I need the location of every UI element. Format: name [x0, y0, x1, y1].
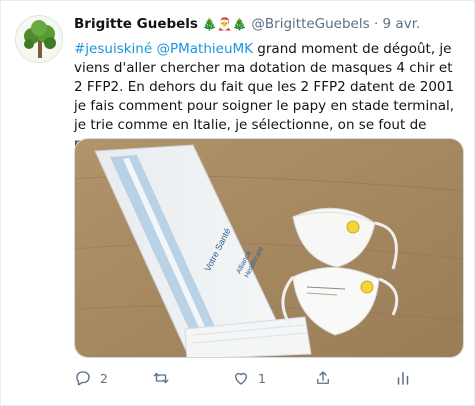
mention-link[interactable]: @PMathieuMK: [156, 41, 253, 57]
tweet-actions: 2 1: [74, 367, 454, 389]
tweet-image[interactable]: Votre Santé Alliance Healthcare: [74, 138, 464, 358]
share-button[interactable]: [314, 367, 332, 389]
separator: ·: [373, 16, 379, 32]
share-icon: [317, 371, 329, 384]
retweet-button[interactable]: [152, 367, 178, 389]
reply-count: 2: [100, 370, 108, 386]
hashtag-link[interactable]: #jesuiskiné: [74, 41, 152, 57]
reply-button[interactable]: 2: [74, 367, 108, 389]
like-count: 1: [258, 370, 266, 386]
reply-icon: [76, 371, 90, 386]
retweet-icon: [153, 372, 169, 384]
tree-icon: [16, 16, 62, 62]
tweet-text: #jesuiskiné @PMathieuMK grand moment de …: [74, 40, 464, 154]
tweet-header: Brigitte Guebels 🎄🎅🎄 @BrigitteGuebels · …: [74, 15, 464, 33]
analytics-icon: [397, 372, 409, 385]
author-name[interactable]: Brigitte Guebels: [74, 16, 198, 32]
tweet-body: grand moment de dégoût, je viens d'aller…: [74, 41, 455, 152]
author-handle[interactable]: @BrigitteGuebels: [251, 16, 369, 32]
author-emojis: 🎄🎅🎄: [202, 17, 248, 31]
like-button[interactable]: 1: [232, 367, 266, 389]
masks-photo: Votre Santé Alliance Healthcare: [75, 139, 463, 357]
analytics-button[interactable]: [394, 367, 412, 389]
avatar[interactable]: [15, 15, 63, 63]
tweet-date[interactable]: 9 avr.: [383, 16, 421, 32]
tweet-card[interactable]: Brigitte Guebels 🎄🎅🎄 @BrigitteGuebels · …: [0, 0, 475, 406]
heart-icon: [235, 372, 247, 385]
